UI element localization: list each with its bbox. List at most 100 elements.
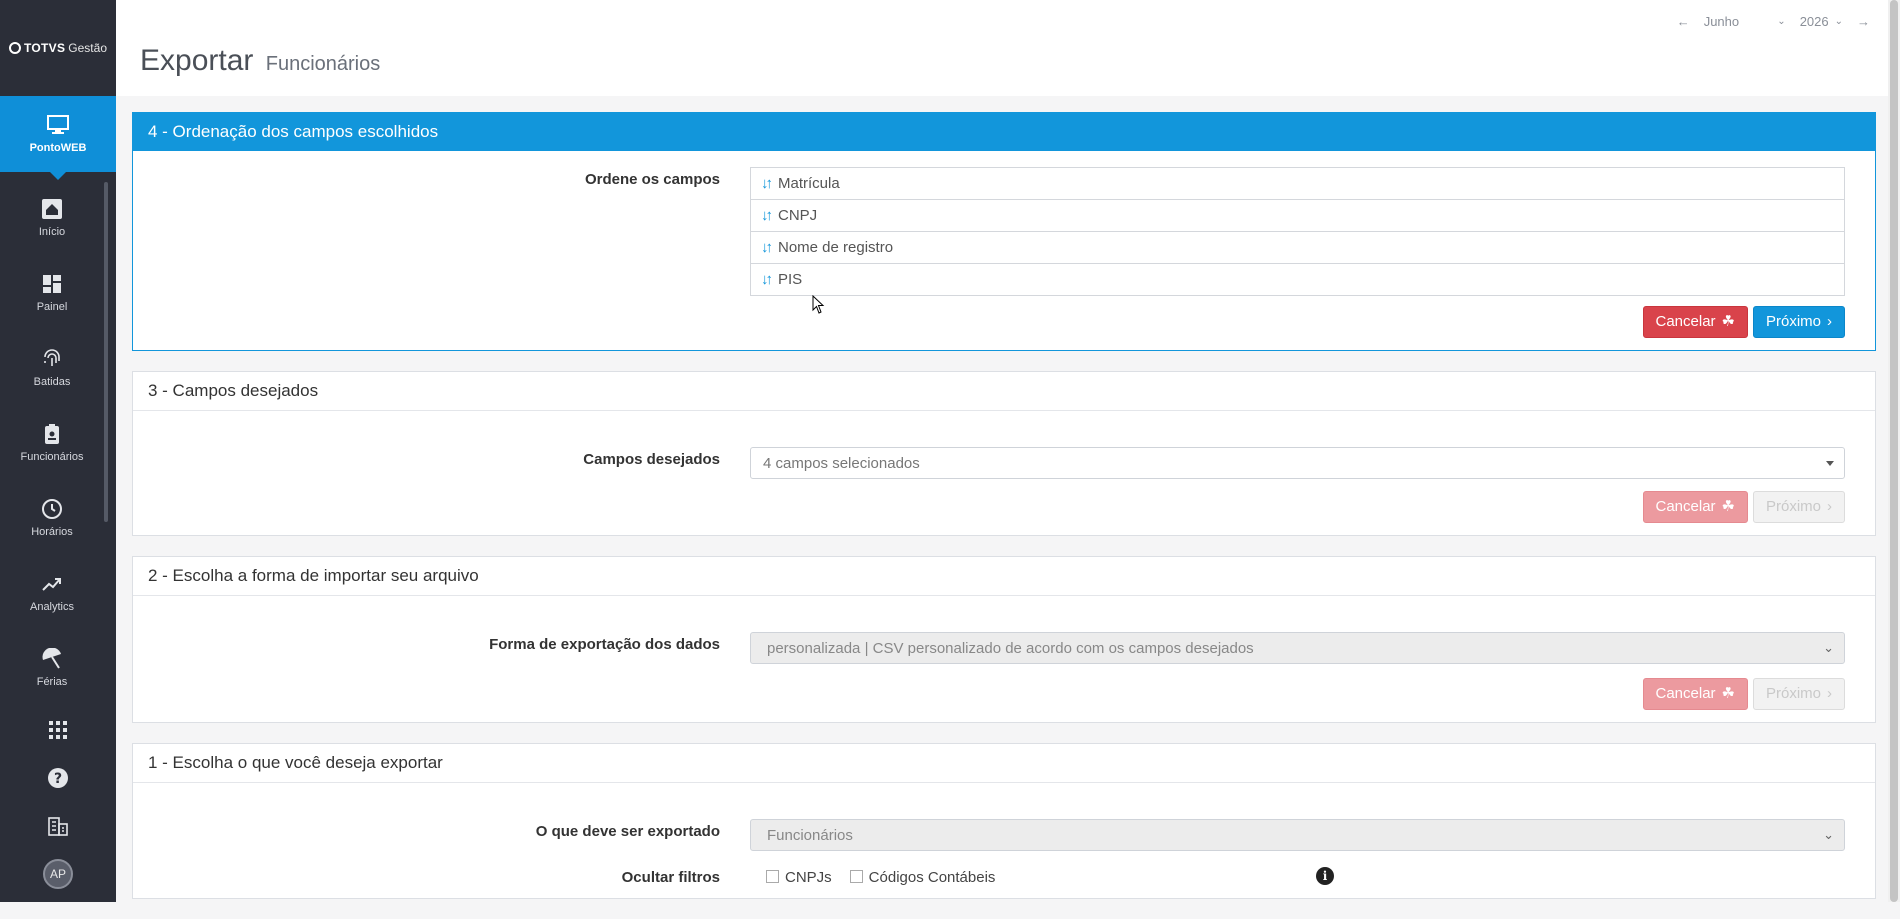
accounting-codes-checkbox[interactable]: Códigos Contábeis [849, 869, 996, 886]
next-button[interactable]: Próximo › [1752, 306, 1845, 338]
umbrella-icon [42, 647, 61, 669]
step1-panel: 1 - Escolha o que você deseja exportar O… [132, 743, 1876, 899]
sidebar-item-pontoweb[interactable]: PontoWEB [0, 96, 116, 180]
caret-down-icon [1826, 460, 1834, 466]
checkbox-label: CNPJs [785, 869, 832, 886]
checkbox-box[interactable] [849, 870, 863, 883]
year-value: 2026 [1799, 14, 1829, 29]
sidebar-nav: Início Painel Batidas Funcionários Horár… [0, 180, 104, 688]
sidebar-bottom: ? AP [0, 706, 116, 898]
sidebar-item-label: Batidas [33, 375, 71, 388]
company-button[interactable] [0, 802, 116, 850]
fire-icon: ☘ [1721, 685, 1735, 702]
sortable-field[interactable]: ↓↑ CNPJ [751, 200, 1844, 232]
info-icon[interactable]: i [1316, 867, 1334, 885]
sortable-fields-list: ↓↑ Matrícula ↓↑ CNPJ ↓↑ Nome de registro ↓↑… [750, 167, 1845, 296]
sidebar-scrollbar[interactable] [104, 182, 108, 522]
sidebar-item-painel[interactable]: Painel [0, 255, 104, 330]
monitor-icon [47, 115, 69, 134]
sortable-field[interactable]: ↓↑ Matrícula [751, 168, 1844, 200]
chevron-down-icon: ⌄ [1823, 640, 1834, 655]
sort-icon[interactable]: ↓↑ [761, 168, 773, 199]
year-select[interactable]: 2026 ⌄ [1800, 14, 1843, 29]
order-fields-label: Ordene os campos [584, 171, 720, 188]
brand-product: Gestão [68, 41, 107, 55]
sidebar-item-analytics[interactable]: Analytics [0, 555, 104, 630]
previous-period-button[interactable]: ← [1677, 14, 1690, 29]
period-selector: ← Junho ⌄ 2026 ⌄ → [1677, 14, 1870, 29]
field-name: Matrícula [778, 175, 840, 192]
export-wizard: 4 - Ordenação dos campos escolhidos Orde… [132, 112, 1876, 919]
step4-panel: 4 - Ordenação dos campos escolhidos Orde… [132, 112, 1876, 351]
sidebar-item-label: Férias [36, 675, 68, 688]
month-select[interactable]: Junho ⌄ [1704, 14, 1786, 29]
next-button[interactable]: Próximo › [1752, 678, 1845, 710]
field-name: CNPJ [778, 207, 818, 224]
sidebar-item-horarios[interactable]: Horários [0, 480, 104, 555]
page-scrollbar-thumb[interactable] [1890, 0, 1898, 902]
cancel-label: Cancelar [1655, 685, 1716, 702]
sort-icon[interactable]: ↓↑ [761, 232, 773, 263]
export-type-label: O que deve ser exportado [535, 823, 720, 840]
apps-grid-button[interactable] [0, 706, 116, 754]
help-icon: ? [48, 768, 68, 788]
sidebar-item-label: Painel [36, 300, 68, 313]
chevron-right-icon: › [1827, 313, 1832, 330]
sidebar-item-funcionarios[interactable]: Funcionários [0, 405, 104, 480]
arrow-left-icon: ← [1676, 14, 1690, 29]
trend-icon [42, 577, 61, 591]
chevron-right-icon: › [1827, 685, 1832, 702]
next-period-button[interactable]: → [1857, 14, 1870, 29]
checkbox-label: Códigos Contábeis [868, 869, 996, 886]
chevron-down-icon: ⌄ [1834, 16, 1843, 27]
cancel-button[interactable]: Cancelar ☘ [1642, 678, 1748, 710]
chevron-down-icon: ⌄ [1777, 16, 1786, 27]
checkbox-box[interactable] [766, 870, 779, 883]
page-scrollbar[interactable] [1888, 0, 1900, 902]
next-button[interactable]: Próximo › [1752, 491, 1845, 523]
sort-icon[interactable]: ↓↑ [761, 264, 773, 295]
sort-icon[interactable]: ↓↑ [761, 200, 773, 231]
sidebar-item-inicio[interactable]: Início [0, 180, 104, 255]
sidebar-item-label: Horários [31, 525, 73, 538]
cancel-label: Cancelar [1655, 313, 1716, 330]
sidebar-item-batidas[interactable]: Batidas [0, 330, 104, 405]
export-format-value: personalizada | CSV personalizado de aco… [767, 639, 1254, 657]
arrow-right-icon: → [1857, 14, 1870, 29]
fire-icon: ☘ [1721, 313, 1735, 330]
next-label: Próximo [1765, 498, 1821, 515]
sidebar-item-label: Início [38, 225, 66, 238]
help-button[interactable]: ? [0, 754, 116, 802]
totvs-logo-icon [9, 42, 21, 54]
page-title-text: Exportar [140, 44, 254, 77]
brand-logo[interactable]: TOTVS Gestão [0, 0, 116, 96]
cancel-button[interactable]: Cancelar ☘ [1642, 491, 1748, 523]
desired-fields-multiselect[interactable]: 4 campos selecionados [750, 447, 1845, 479]
export-type-value: Funcionários [767, 826, 853, 844]
month-value: Junho [1703, 14, 1740, 29]
chevron-down-icon: ⌄ [1823, 827, 1834, 842]
export-type-select[interactable]: Funcionários ⌄ [750, 819, 1845, 851]
svg-text:?: ? [54, 771, 62, 787]
step3-heading: 3 - Campos desejados [133, 372, 1875, 411]
sortable-field[interactable]: ↓↑ PIS [751, 264, 1844, 295]
sortable-field[interactable]: ↓↑ Nome de registro [751, 232, 1844, 264]
step2-panel: 2 - Escolha a forma de importar seu arqu… [132, 556, 1876, 723]
cnpjs-checkbox[interactable]: CNPJs [750, 869, 832, 886]
brand-name: TOTVS [24, 41, 66, 55]
user-menu[interactable]: AP [0, 850, 116, 898]
fire-icon: ☘ [1721, 498, 1735, 515]
step1-heading: 1 - Escolha o que você deseja exportar [133, 744, 1875, 783]
sidebar: TOTVS Gestão PontoWEB Início Painel Bati… [0, 0, 116, 902]
badge-icon [45, 423, 59, 444]
home-icon [42, 198, 62, 219]
step4-heading: 4 - Ordenação dos campos escolhidos [133, 113, 1875, 151]
chevron-right-icon: › [1827, 498, 1832, 515]
avatar[interactable]: AP [43, 859, 73, 889]
sidebar-item-ferias[interactable]: Férias [0, 630, 104, 688]
cancel-button[interactable]: Cancelar ☘ [1642, 306, 1748, 338]
desired-fields-label: Campos desejados [583, 451, 720, 468]
export-format-select[interactable]: personalizada | CSV personalizado de aco… [750, 632, 1845, 664]
export-format-label: Forma de exportação dos dados [489, 636, 720, 653]
dashboard-icon [43, 274, 61, 293]
